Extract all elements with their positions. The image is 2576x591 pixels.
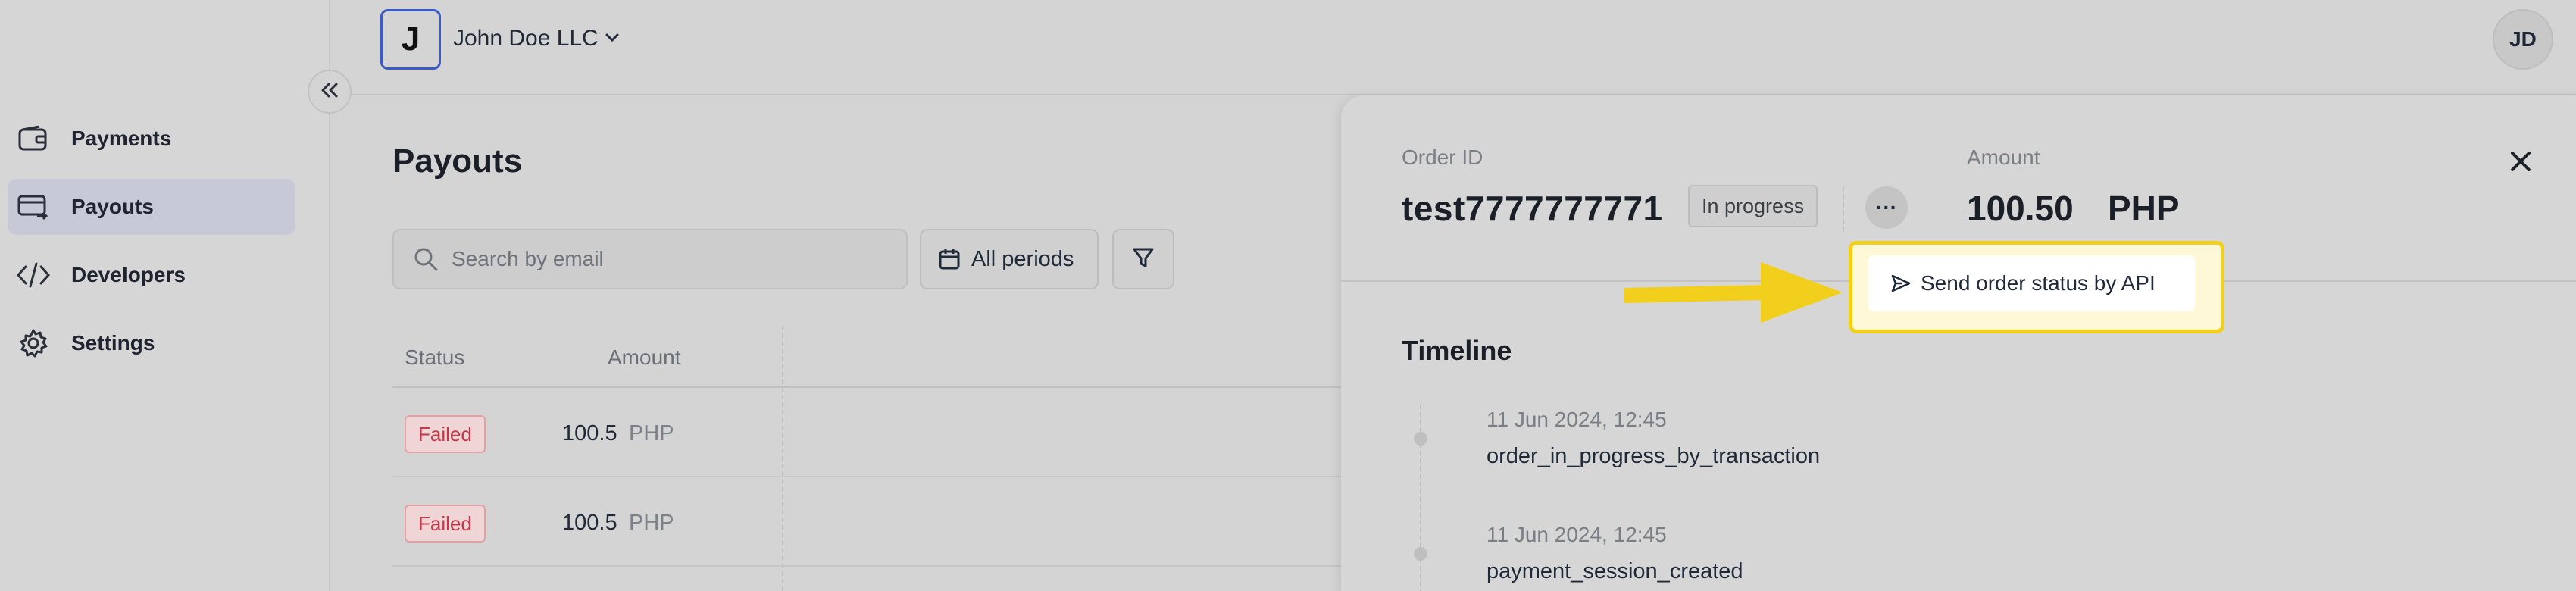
amount-currency: PHP: [2108, 189, 2180, 228]
sidebar-item-label: Payouts: [71, 195, 154, 218]
more-dots-icon: ···: [1876, 195, 1897, 219]
timeline-dot: [1414, 432, 1427, 446]
header-divider: [1843, 186, 1844, 232]
order-details-drawer: Order ID test7777777771 In progress ··· …: [1341, 95, 2576, 591]
sidebar-item-label: Payments: [71, 127, 172, 150]
more-actions-button[interactable]: ···: [1865, 186, 1908, 229]
menu-item-label: Send order status by API: [1921, 271, 2156, 295]
sidebar-item-label: Settings: [71, 331, 155, 355]
column-divider: [782, 326, 783, 591]
collapse-sidebar-button[interactable]: [308, 70, 352, 114]
column-header-amount[interactable]: Amount: [608, 346, 681, 370]
avatar[interactable]: JD: [2493, 9, 2553, 70]
timeline-dot: [1414, 547, 1427, 561]
org-avatar[interactable]: J: [380, 9, 441, 70]
timeline-event: payment_session_created: [1487, 559, 1743, 583]
period-select-button[interactable]: All periods: [920, 229, 1099, 289]
amount-label: Amount: [1967, 145, 2040, 169]
amount-value: 100.50: [1967, 189, 2074, 228]
search-icon: [411, 244, 441, 274]
timeline-date: 11 Jun 2024, 12:45: [1487, 408, 1667, 431]
chevron-down-icon[interactable]: [603, 29, 621, 51]
page-title: Payouts: [392, 142, 523, 180]
order-id-label: Order ID: [1402, 145, 1483, 169]
wallet-icon: [17, 122, 50, 155]
filter-icon: [1132, 246, 1155, 273]
row-amount: 100.5: [562, 511, 617, 535]
status-badge: Failed: [405, 415, 486, 453]
status-badge: In progress: [1688, 185, 1818, 227]
top-bar: J John Doe LLC JD: [332, 0, 2576, 95]
timeline-title: Timeline: [1402, 335, 1512, 366]
search-placeholder: Search by email: [452, 247, 604, 270]
send-icon: [1890, 272, 1913, 295]
highlight-arrow-icon: [1624, 262, 1843, 323]
calendar-icon: [938, 248, 961, 270]
sidebar-item-payouts[interactable]: Payouts: [8, 179, 295, 235]
table-row-divider: [392, 565, 1347, 567]
close-icon: [2509, 150, 2532, 177]
filter-button[interactable]: [1112, 229, 1174, 289]
close-button[interactable]: [2500, 142, 2541, 183]
row-currency: PHP: [629, 421, 674, 446]
status-badge: Failed: [405, 505, 486, 543]
order-id: test7777777771: [1402, 189, 1663, 228]
chevrons-left-icon: [319, 81, 340, 103]
table-row-divider: [392, 476, 1347, 477]
sidebar: Payments Payouts Developers Settings: [0, 0, 330, 591]
row-amount: 100.5: [562, 421, 617, 446]
period-label: All periods: [971, 246, 1074, 271]
column-header-status[interactable]: Status: [405, 346, 464, 370]
timeline-event: order_in_progress_by_transaction: [1487, 444, 1821, 468]
sidebar-item-payments[interactable]: Payments: [8, 111, 295, 167]
send-order-status-menu-item[interactable]: Send order status by API: [1868, 255, 2195, 311]
card-transfer-icon: [17, 190, 50, 224]
gear-icon: [17, 327, 50, 360]
search-input[interactable]: Search by email: [392, 229, 908, 289]
org-name[interactable]: John Doe LLC: [453, 26, 599, 52]
table-header-divider: [392, 386, 1347, 388]
highlight-frame: Send order status by API: [1849, 241, 2224, 333]
row-currency: PHP: [629, 511, 674, 535]
sidebar-item-developers[interactable]: Developers: [8, 247, 295, 303]
sidebar-item-label: Developers: [71, 263, 186, 286]
sidebar-item-settings[interactable]: Settings: [8, 315, 295, 371]
code-icon: [17, 258, 50, 292]
timeline-date: 11 Jun 2024, 12:45: [1487, 523, 1667, 546]
